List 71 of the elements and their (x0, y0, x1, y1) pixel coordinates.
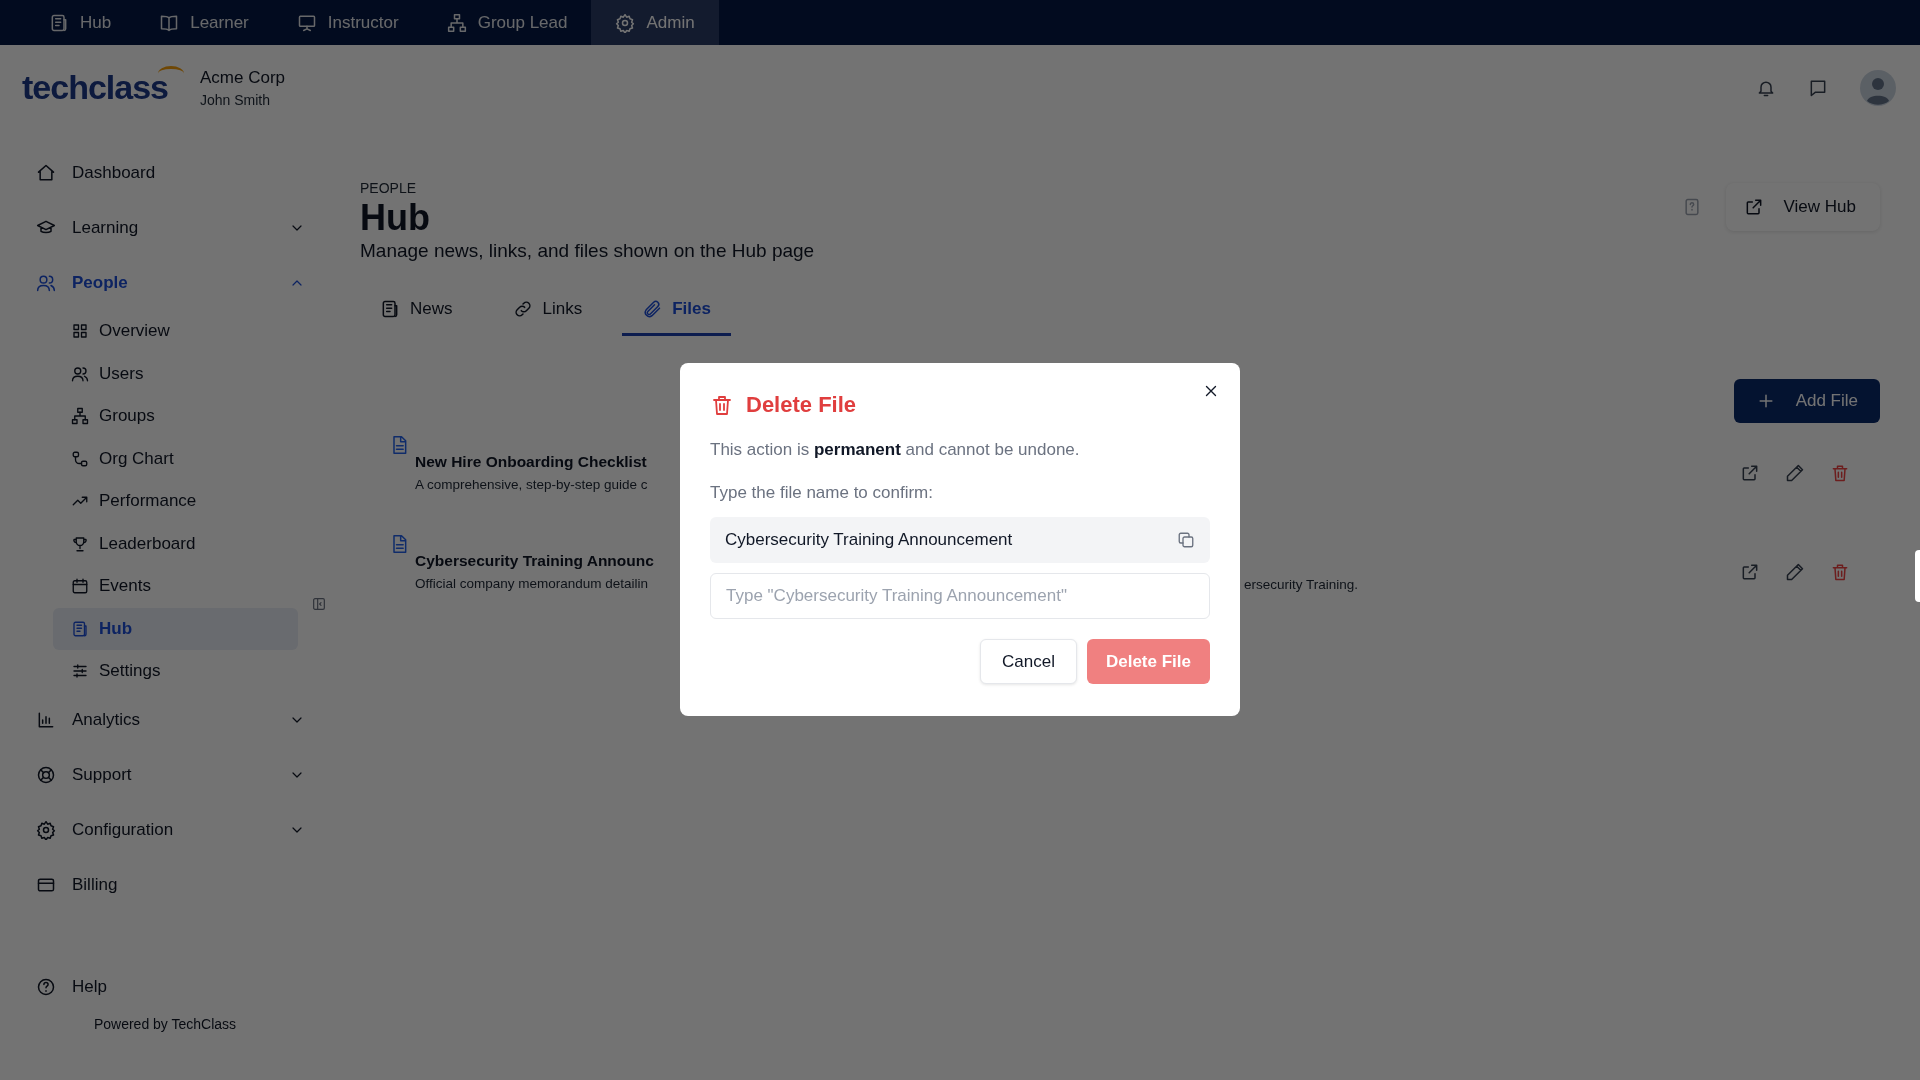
collapse-sidebar-icon[interactable] (311, 596, 327, 612)
file-title[interactable]: New Hire Onboarding Checklist (415, 453, 680, 471)
home-icon (36, 162, 56, 183)
avatar[interactable] (1860, 69, 1896, 106)
dialog-message: This action is permanent and cannot be undone. (710, 440, 1081, 460)
view-hub-button[interactable]: View Hub (1725, 183, 1880, 231)
gear-icon (615, 12, 636, 33)
calendar-icon (71, 577, 89, 596)
sidebar-item[interactable]: People (30, 255, 330, 310)
file-description: A comprehensive, step-by-step guide c (415, 477, 649, 492)
edit-icon[interactable] (1785, 462, 1805, 483)
settings-icon (36, 820, 56, 840)
file-description: Official company memorandum detailin (415, 576, 650, 591)
role-tab[interactable]: Learner (135, 0, 273, 45)
role-tab[interactable]: Admin (591, 0, 719, 45)
sidebar-item[interactable]: Learning (30, 200, 330, 255)
sidebar-item[interactable]: Dashboard (30, 145, 330, 200)
newspaper-icon (71, 619, 89, 638)
newspaper-icon (380, 298, 400, 319)
trophy-icon (71, 534, 89, 553)
bar-chart-icon (36, 710, 56, 730)
add-file-button[interactable]: Add File (1733, 379, 1880, 423)
credit-card-icon (36, 875, 56, 895)
sidebar-subitem[interactable]: Leaderboard (53, 522, 298, 565)
confirm-input-field[interactable]: Type "Cybersecurity Training Announcement" (710, 573, 1210, 619)
sidebar-item[interactable]: Support (30, 747, 330, 803)
sidebar-subitem[interactable]: Groups (53, 395, 298, 438)
sliders-icon (71, 662, 89, 681)
tab[interactable]: News (360, 284, 473, 336)
sidebar-item[interactable]: Configuration (30, 802, 330, 858)
role-tab[interactable]: Instructor (272, 0, 423, 45)
grid-icon (71, 322, 89, 341)
file-title[interactable]: Cybersecurity Training Announc (415, 552, 680, 570)
dialog-title: Delete File (746, 392, 858, 418)
help-icon (36, 976, 56, 997)
link-icon (512, 298, 533, 319)
page-title: Hub (360, 196, 431, 240)
confirm-prompt: Type the file name to confirm: (710, 483, 934, 503)
sidebar-subitem[interactable]: Events (53, 565, 298, 608)
newspaper-icon (49, 12, 69, 33)
connector-icon (71, 449, 89, 468)
trash-icon (710, 393, 734, 417)
edit-icon[interactable] (1785, 561, 1805, 582)
sidebar-subitem[interactable]: Org Chart (53, 437, 298, 480)
tab[interactable]: Files (622, 284, 731, 336)
lifebuoy-icon (36, 765, 56, 785)
sidebar-subitem[interactable]: Users (53, 352, 298, 395)
sidebar-subitem[interactable]: Overview (53, 310, 298, 353)
user-name: John Smith (200, 91, 272, 108)
sidebar-subitem[interactable]: Performance (53, 480, 298, 523)
hierarchy-icon (446, 12, 467, 33)
hierarchy-icon (71, 407, 89, 426)
copy-icon[interactable] (1177, 531, 1195, 549)
breadcrumb: PEOPLE (360, 180, 418, 196)
users-icon (71, 364, 89, 383)
logo[interactable]: techclass (22, 68, 200, 107)
file-description: ersecurity Training. (1244, 577, 1359, 592)
company-name: Acme Corp (200, 67, 286, 88)
paperclip-icon (642, 298, 663, 319)
cancel-button[interactable]: Cancel (980, 639, 1077, 684)
side-tab[interactable] (1915, 550, 1920, 602)
sidebar-subitem[interactable]: Settings (53, 650, 298, 693)
role-tab[interactable]: Hub (25, 0, 136, 45)
sidebar-item[interactable]: Analytics (30, 692, 330, 748)
file-name: Cybersecurity Training Announcement (725, 530, 1013, 550)
help-link[interactable]: Help (30, 959, 330, 1014)
tab[interactable]: Links (492, 284, 603, 336)
powered-by-text: Powered by TechClass (92, 1016, 238, 1032)
sidebar-item[interactable]: Billing (30, 857, 330, 913)
sidebar-subitem[interactable]: Hub (53, 607, 298, 650)
page-subtitle: Manage news, links, and files shown on the Hub page (360, 240, 815, 262)
